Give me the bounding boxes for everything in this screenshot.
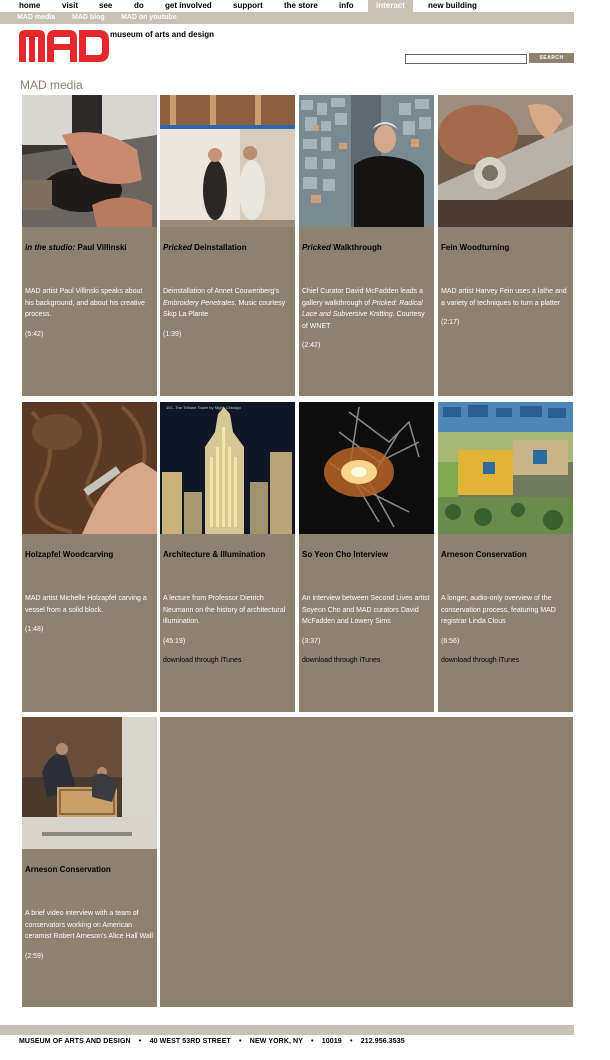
- footer-museum-name: MUSEUM OF ARTS AND DESIGN: [19, 1038, 131, 1045]
- nav-the-store[interactable]: the store: [284, 1, 318, 11]
- card-duration: (2:17): [441, 319, 460, 326]
- card-title[interactable]: Pricked Deinstallation: [163, 243, 293, 253]
- nav-see[interactable]: see: [99, 1, 112, 11]
- card-duration: (3:37): [302, 637, 321, 645]
- card-title[interactable]: in the studio: Paul Villinski: [25, 243, 155, 253]
- nav-get-involved[interactable]: get involved: [165, 1, 212, 11]
- card-description: MAD artist Paul Villinski speaks about h…: [25, 286, 153, 340]
- card-description: MAD artist Harvey Fein uses a lathe and …: [441, 286, 569, 328]
- footer-phone: 212.956.3535: [360, 1038, 405, 1045]
- page-title: MAD media: [20, 78, 83, 92]
- video-thumbnail[interactable]: [22, 95, 157, 227]
- mad-logo[interactable]: [19, 30, 109, 62]
- card-duration: (2:59): [25, 952, 44, 960]
- video-thumbnail[interactable]: [438, 402, 573, 534]
- card-description: A brief video interview with a team of c…: [25, 910, 153, 960]
- nav-interact[interactable]: interact: [368, 0, 413, 12]
- footer-zip: 10019: [321, 1038, 342, 1045]
- card-description: Chief Curator David McFadden leads a gal…: [302, 286, 430, 351]
- footer-address: MUSEUM OF ARTS AND DESIGN • 40 WEST 53RD…: [19, 1037, 405, 1046]
- nav-info[interactable]: info: [339, 1, 354, 11]
- media-card[interactable]: Fein Woodturning MAD artist Harvey Fein …: [438, 95, 573, 396]
- card-duration: (1:48): [25, 626, 44, 633]
- search-input[interactable]: [405, 54, 527, 64]
- empty-grid-block: [160, 717, 573, 1007]
- media-card[interactable]: Pricked Walkthrough Chief Curator David …: [299, 95, 434, 396]
- media-card[interactable]: So Yeon Cho Interview An interview betwe…: [299, 402, 434, 712]
- subnav-mad-blog[interactable]: MAD blog: [72, 13, 105, 23]
- subnav-mad-media[interactable]: MAD media: [17, 13, 55, 23]
- site-tagline: museum of arts and design: [110, 30, 215, 39]
- card-description: Deinstallation of Annet Couwenberg's Emb…: [163, 286, 291, 340]
- itunes-download-link[interactable]: download through iTunes: [302, 655, 430, 666]
- card-duration: (2:42): [302, 342, 321, 349]
- media-card[interactable]: 101 -The Tribune Tower by Night, Chicago…: [160, 402, 295, 712]
- video-thumbnail[interactable]: [160, 95, 295, 227]
- card-duration: (5:42): [25, 330, 44, 338]
- footer-bar: [0, 1025, 574, 1035]
- top-nav: home visit see do get involved support t…: [0, 0, 610, 12]
- video-thumbnail[interactable]: [299, 402, 434, 534]
- media-card[interactable]: in the studio: Paul Villinski MAD artist…: [22, 95, 157, 396]
- card-title[interactable]: Holzapfel Woodcarving: [25, 550, 155, 560]
- card-description: A longer, audio-only overview of the con…: [441, 593, 569, 666]
- footer-separator: •: [311, 1038, 314, 1045]
- search-button[interactable]: SEARCH: [529, 53, 574, 63]
- card-duration: (6:56): [441, 637, 460, 645]
- media-card[interactable]: Arneson Conservation A brief video inter…: [22, 717, 157, 1007]
- footer-separator: •: [239, 1038, 242, 1045]
- card-title[interactable]: Arneson Conservation: [25, 865, 155, 875]
- card-description: A lecture from Professor Dietrich Neuman…: [163, 593, 291, 666]
- itunes-download-link[interactable]: download through iTunes: [163, 655, 291, 666]
- footer-street: 40 WEST 53RD STREET: [149, 1038, 231, 1045]
- media-card[interactable]: Pricked Deinstallation Deinstallation of…: [160, 95, 295, 396]
- footer-separator: •: [349, 1038, 353, 1045]
- nav-visit[interactable]: visit: [62, 1, 78, 11]
- card-description: MAD artist Michelle Holzapfel carving a …: [25, 593, 153, 635]
- card-title[interactable]: So Yeon Cho Interview: [302, 550, 432, 560]
- media-card[interactable]: Arneson Conservation A longer, audio-onl…: [438, 402, 573, 712]
- video-thumbnail[interactable]: [299, 95, 434, 227]
- card-duration: (45:19): [163, 637, 186, 645]
- card-description: An interview between Second Lives artist…: [302, 595, 430, 666]
- video-thumbnail[interactable]: 101 -The Tribune Tower by Night, Chicago: [160, 402, 295, 534]
- sub-nav: MAD media MAD blog MAD on youtube: [0, 12, 574, 24]
- nav-support[interactable]: support: [233, 1, 263, 11]
- footer-city: NEW YORK, NY: [249, 1038, 303, 1045]
- card-title[interactable]: Pricked Walkthrough: [302, 243, 432, 253]
- card-title[interactable]: Architecture & Illumination: [163, 550, 293, 560]
- postcard-caption: 101 -The Tribune Tower by Night, Chicago: [166, 405, 242, 410]
- subnav-mad-youtube[interactable]: MAD on youtube: [121, 13, 177, 23]
- media-card[interactable]: Holzapfel Woodcarving MAD artist Michell…: [22, 402, 157, 712]
- card-title[interactable]: Arneson Conservation: [441, 550, 571, 560]
- video-thumbnail[interactable]: [438, 95, 573, 227]
- video-thumbnail[interactable]: [22, 402, 157, 534]
- video-thumbnail[interactable]: [22, 717, 157, 849]
- itunes-download-link[interactable]: download through iTunes: [441, 655, 569, 666]
- nav-do[interactable]: do: [134, 1, 144, 11]
- nav-new-building[interactable]: new building: [428, 1, 477, 11]
- card-duration: (1:39): [163, 330, 182, 338]
- nav-home[interactable]: home: [19, 1, 40, 11]
- card-title[interactable]: Fein Woodturning: [441, 243, 571, 253]
- footer-separator: •: [138, 1038, 142, 1045]
